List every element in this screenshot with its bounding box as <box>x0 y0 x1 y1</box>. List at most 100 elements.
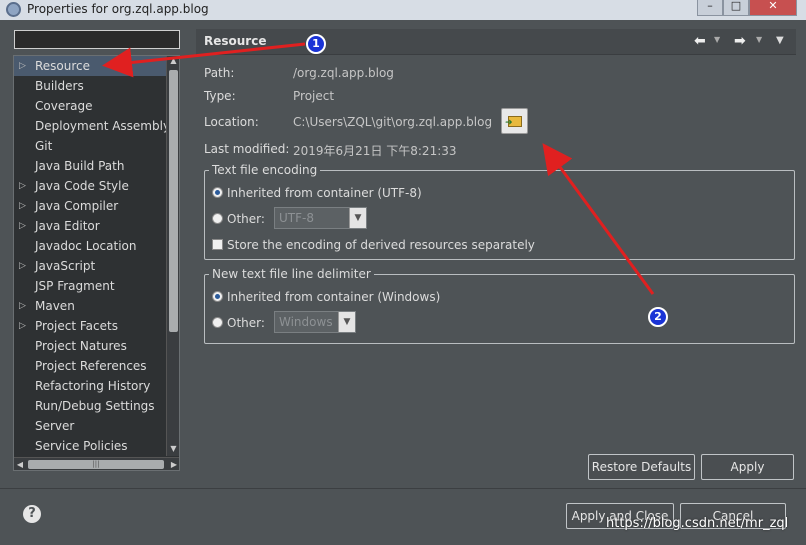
tree-item-label: Project Natures <box>35 339 127 353</box>
scroll-down-icon[interactable]: ▼ <box>167 444 179 456</box>
tree-item[interactable]: JSP Fragment <box>14 276 166 296</box>
gear-icon <box>6 2 21 17</box>
tree-item-label: Service Policies <box>35 439 128 453</box>
tree-item[interactable]: ▷ Resource <box>14 56 166 76</box>
tree-item[interactable]: Refactoring History <box>14 376 166 396</box>
scroll-left-icon[interactable]: ◀ <box>14 458 26 470</box>
scroll-thumb[interactable] <box>169 70 178 332</box>
location-label: Location: <box>204 115 259 129</box>
filter-input[interactable] <box>14 30 180 49</box>
delimiter-inherited-label: Inherited from container (Windows) <box>227 290 441 304</box>
tree-item[interactable]: Service Policies <box>14 436 166 456</box>
radio-unselected-icon[interactable] <box>212 317 223 328</box>
expand-arrow-icon[interactable]: ▷ <box>19 56 26 76</box>
delimiter-other-label: Other: <box>227 316 265 330</box>
view-menu-icon[interactable]: ▼ <box>776 35 784 46</box>
minimize-button[interactable]: – <box>697 0 723 16</box>
tree-item-label: Maven <box>35 299 75 313</box>
tree-item[interactable]: Builders <box>14 76 166 96</box>
scroll-right-icon[interactable]: ▶ <box>168 458 179 470</box>
tree-item-label: Java Compiler <box>35 199 119 213</box>
encoding-other-value: UTF-8 <box>279 211 314 225</box>
scroll-up-icon[interactable]: ▲ <box>167 56 179 68</box>
show-in-explorer-button[interactable]: ➜ <box>501 108 528 134</box>
callout-1-badge: 1 <box>306 34 326 54</box>
tree-item[interactable]: Deployment Assembly <box>14 116 170 136</box>
tree-item[interactable]: ▷ JavaScript <box>14 256 166 276</box>
forward-dropdown-icon[interactable]: ▼ <box>756 35 762 44</box>
radio-selected-icon[interactable] <box>212 291 223 302</box>
tree-item-label: Resource <box>35 59 91 73</box>
delimiter-other-select[interactable]: Windows ▼ <box>274 311 356 333</box>
tree-item-label: JavaScript <box>35 259 96 273</box>
back-dropdown-icon[interactable]: ▼ <box>714 35 720 44</box>
tree-horizontal-scrollbar[interactable]: ◀ ||| ▶ <box>14 457 179 470</box>
line-delimiter-legend: New text file line delimiter <box>212 267 371 281</box>
tree-item[interactable]: Run/Debug Settings <box>14 396 166 416</box>
store-encoding-checkbox[interactable]: Store the encoding of derived resources … <box>212 238 535 252</box>
preference-tree[interactable]: ▷ Resource Builders Coverage Deployment Asse… <box>13 55 180 471</box>
footer-divider <box>0 488 806 489</box>
apply-button[interactable]: Apply <box>701 454 794 480</box>
tree-item-label: Javadoc Location <box>35 239 137 253</box>
tree-item[interactable]: Server <box>14 416 166 436</box>
chevron-down-icon[interactable]: ▼ <box>338 312 355 332</box>
type-value: Project <box>293 89 335 103</box>
encoding-other-label: Other: <box>227 212 265 226</box>
expand-arrow-icon[interactable]: ▷ <box>19 176 26 196</box>
encoding-other-radio[interactable]: Other: <box>212 212 265 226</box>
tree-vertical-scrollbar[interactable]: ▲ ▼ <box>166 56 179 456</box>
close-button[interactable]: ✕ <box>749 0 797 16</box>
radio-unselected-icon[interactable] <box>212 213 223 224</box>
tree-item-label: JSP Fragment <box>35 279 115 293</box>
help-icon[interactable]: ? <box>23 505 41 523</box>
radio-selected-icon[interactable] <box>212 187 223 198</box>
tree-item-label: Builders <box>35 79 84 93</box>
tree-item[interactable]: Javadoc Location <box>14 236 166 256</box>
tree-item[interactable]: ▷ Java Editor <box>14 216 166 236</box>
expand-arrow-icon[interactable]: ▷ <box>19 316 26 336</box>
encoding-inherited-radio[interactable]: Inherited from container (UTF-8) <box>212 186 422 200</box>
type-label: Type: <box>204 89 236 103</box>
encoding-inherited-label: Inherited from container (UTF-8) <box>227 186 422 200</box>
tree-item[interactable]: ▷ Maven <box>14 296 166 316</box>
tree-item-label: Java Build Path <box>35 159 125 173</box>
tree-item-label: Project References <box>35 359 147 373</box>
text-encoding-legend: Text file encoding <box>212 163 318 177</box>
tree-item[interactable]: Coverage <box>14 96 166 116</box>
path-value: /org.zql.app.blog <box>293 66 394 80</box>
page-title: Resource <box>204 34 267 48</box>
delimiter-other-radio[interactable]: Other: <box>212 316 265 330</box>
tree-item-label: Deployment Assembly <box>35 119 171 133</box>
modified-value: 2019年6月21日 下午8:21:33 <box>293 144 457 158</box>
page-header: Resource ⬅ ▼ ➡ ▼ ▼ <box>196 29 796 55</box>
back-arrow-icon[interactable]: ⬅ <box>694 33 706 49</box>
window-title: Properties for org.zql.app.blog <box>27 2 209 16</box>
tree-item-label: Git <box>35 139 53 153</box>
delimiter-inherited-radio[interactable]: Inherited from container (Windows) <box>212 290 440 304</box>
tree-item[interactable]: ▷ Java Compiler <box>14 196 166 216</box>
expand-arrow-icon[interactable]: ▷ <box>19 296 26 316</box>
tree-item[interactable]: ▷ Project Facets <box>14 316 166 336</box>
tree-item-label: Project Facets <box>35 319 118 333</box>
tree-item[interactable]: Project References <box>14 356 166 376</box>
tree-item[interactable]: Project Natures <box>14 336 166 356</box>
chevron-down-icon[interactable]: ▼ <box>349 208 366 228</box>
maximize-button[interactable]: □ <box>723 0 749 16</box>
tree-item-label: Coverage <box>35 99 93 113</box>
tree-item-label: Server <box>35 419 75 433</box>
checkbox-icon[interactable] <box>212 239 223 250</box>
expand-arrow-icon[interactable]: ▷ <box>19 216 26 236</box>
scroll-thumb-horizontal[interactable]: ||| <box>28 460 164 469</box>
watermark-text: https://blog.csdn.net/mr_zql <box>606 516 789 531</box>
tree-item[interactable]: ▷ Java Code Style <box>14 176 166 196</box>
modified-label: Last modified: <box>204 142 290 156</box>
restore-defaults-button[interactable]: Restore Defaults <box>588 454 695 480</box>
expand-arrow-icon[interactable]: ▷ <box>19 256 26 276</box>
encoding-other-select[interactable]: UTF-8 ▼ <box>274 207 367 229</box>
expand-arrow-icon[interactable]: ▷ <box>19 196 26 216</box>
forward-arrow-icon[interactable]: ➡ <box>734 33 746 49</box>
tree-item[interactable]: Java Build Path <box>14 156 166 176</box>
delimiter-other-value: Windows <box>279 315 333 329</box>
tree-item[interactable]: Git <box>14 136 166 156</box>
